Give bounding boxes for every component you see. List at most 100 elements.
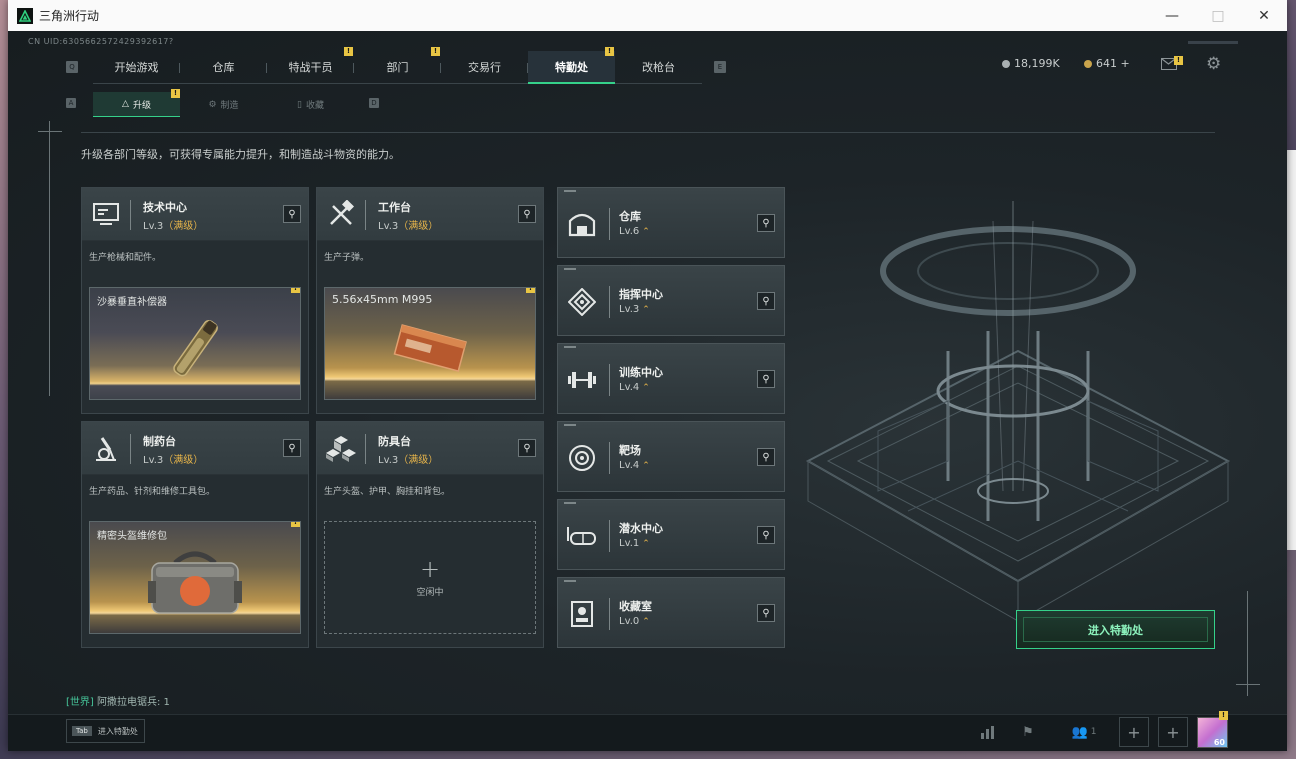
subtab-craft[interactable]: ⚙ 制造: [180, 92, 267, 117]
armor-bench-card[interactable]: 防具台 Lv.3（满级） ⚲ 生产头盔、护甲、胸挂和背包。 + 空闲中: [316, 421, 544, 648]
subtab-collection[interactable]: ▯ 收藏: [267, 92, 354, 117]
separator: [365, 434, 366, 464]
divider: [81, 132, 1215, 133]
subtab-label: 升级: [132, 100, 151, 111]
building-card-collection-room[interactable]: 收藏室 Lv.0 ⌃ ⚲: [557, 577, 785, 648]
tab-label: 特勤处: [555, 60, 588, 74]
subnav-left-key: A: [66, 98, 76, 108]
close-icon[interactable]: ✕: [1241, 0, 1287, 31]
subtab-upgrade[interactable]: △ 升级!: [93, 89, 180, 117]
building-name: 训练中心: [619, 366, 663, 379]
building-card-warehouse[interactable]: 仓库 Lv.6 ⌃ ⚲: [557, 187, 785, 258]
building-card-shooting-range[interactable]: 靶场 Lv.4 ⌃ ⚲: [557, 421, 785, 492]
building-card-diving-center[interactable]: 潜水中心 Lv.1 ⌃ ⚲: [557, 499, 785, 570]
tab-department[interactable]: 部门!: [354, 47, 441, 84]
level-value: Lv.6: [619, 226, 640, 237]
workbench-card[interactable]: 工作台 Lv.3（满级） ⚲ 生产子弹。 5.56x45mm M995 !: [316, 187, 544, 414]
production-item-slot[interactable]: 5.56x45mm M995 !: [324, 287, 536, 400]
tab-start-game[interactable]: 开始游戏: [93, 51, 180, 84]
pharmacy-card[interactable]: 制药台 Lv.3（满级） ⚲ 生产药品、针剂和维修工具包。 精密头盔维修包 !: [81, 421, 309, 648]
empty-production-slot[interactable]: + 空闲中: [324, 521, 536, 634]
stats-icon[interactable]: [978, 722, 998, 742]
add-teammate-slot[interactable]: +: [1158, 717, 1188, 747]
search-icon[interactable]: ⚲: [757, 604, 775, 622]
search-icon[interactable]: ⚲: [757, 448, 775, 466]
repair-kit-image: [148, 551, 242, 614]
game-viewport: CN UID:6305662572429392617? Q 开始游戏 仓库 特战…: [8, 31, 1287, 751]
card-header: 工作台 Lv.3（满级） ⚲: [317, 188, 543, 241]
building-card-command-center[interactable]: 指挥中心 Lv.3 ⌃ ⚲: [557, 265, 785, 336]
card-description: 生产枪械和配件。: [89, 253, 162, 263]
tab-hint-button[interactable]: Tab 进入特勤处: [66, 719, 145, 743]
ammo-box-image: [393, 324, 467, 373]
tab-label: 仓库: [212, 61, 235, 74]
level-value: Lv.4: [619, 382, 640, 393]
level-value: Lv.1: [619, 538, 640, 549]
tab-trading[interactable]: 交易行: [441, 51, 528, 84]
add-teammate-slot[interactable]: +: [1119, 717, 1149, 747]
item-name: 精密头盔维修包: [97, 531, 167, 542]
max-level-tag: （满级）: [398, 221, 439, 232]
title-bar[interactable]: 三角洲行动 — □ ✕: [8, 0, 1287, 31]
card-header: 防具台 Lv.3（满级） ⚲: [317, 422, 543, 475]
tab-gunsmith[interactable]: 改枪台: [615, 51, 702, 84]
corner-mark: [564, 190, 576, 192]
search-icon[interactable]: ⚲: [283, 439, 301, 457]
search-icon[interactable]: ⚲: [757, 370, 775, 388]
diving-mask-icon: [566, 520, 598, 552]
level-value: Lv.3: [619, 304, 640, 315]
tech-center-card[interactable]: 技术中心 Lv.3（满级） ⚲ 生产枪械和配件。 沙暴垂直补偿器 !: [81, 187, 309, 414]
gold-currency[interactable]: 641 +: [1084, 57, 1130, 70]
team-icon[interactable]: 👥 1: [1066, 722, 1102, 742]
silver-amount: 18,199K: [1014, 57, 1060, 70]
silver-coin-icon: [1002, 59, 1010, 68]
level-value: Lv.3: [378, 455, 399, 466]
level-value: Lv.3: [143, 455, 164, 466]
search-icon[interactable]: ⚲: [518, 205, 536, 223]
building-level: Lv.4 ⌃: [619, 460, 650, 471]
tab-label: 特战干员: [288, 61, 333, 74]
tab-label: 改枪台: [642, 61, 675, 74]
enter-special-services-button[interactable]: 进入特勤处: [1016, 610, 1215, 649]
production-item-slot[interactable]: 精密头盔维修包 !: [89, 521, 301, 634]
plus-icon: +: [419, 555, 441, 583]
tab-hint-label: 进入特勤处: [97, 726, 138, 736]
world-chat-message[interactable]: [世界] 阿撒拉电锯兵: 1: [66, 693, 170, 708]
search-icon[interactable]: ⚲: [518, 439, 536, 457]
search-icon[interactable]: ⚲: [757, 526, 775, 544]
notification-badge: !: [291, 522, 300, 527]
game-window: 三角洲行动 — □ ✕ CN UID:6305662572429392617? …: [8, 0, 1287, 751]
enter-button-label: 进入特勤处: [1088, 623, 1143, 637]
upgrade-chevron-icon: ⌃: [642, 383, 650, 393]
dumbbell-icon: [566, 364, 598, 396]
tab-special-services[interactable]: 特勤处!: [528, 47, 615, 84]
card-level: Lv.3（满级）: [143, 217, 203, 232]
production-item-slot[interactable]: 沙暴垂直补偿器 !: [89, 287, 301, 400]
search-icon[interactable]: ⚲: [757, 214, 775, 232]
tab-label: 部门: [386, 61, 409, 74]
silver-currency[interactable]: 18,199K: [1002, 57, 1060, 70]
tab-warehouse[interactable]: 仓库: [180, 51, 267, 84]
building-card-training-center[interactable]: 训练中心 Lv.4 ⌃ ⚲: [557, 343, 785, 414]
flag-icon[interactable]: ⚑: [1018, 722, 1038, 742]
separator: [609, 598, 610, 630]
crosshair-mark: [38, 131, 62, 132]
separator: [365, 200, 366, 230]
crosshair-mark: [49, 121, 50, 396]
subtab-label: 收藏: [305, 101, 324, 111]
separator: [609, 286, 610, 318]
avatar[interactable]: 60: [1197, 717, 1228, 748]
search-icon[interactable]: ⚲: [757, 292, 775, 310]
gear-icon[interactable]: ⚙: [1206, 56, 1221, 73]
upgrade-icon: △: [122, 99, 129, 109]
card-description: 生产药品、针剂和维修工具包。: [89, 487, 216, 497]
search-icon[interactable]: ⚲: [283, 205, 301, 223]
building-name: 潜水中心: [619, 522, 663, 535]
max-level-tag: （满级）: [163, 221, 204, 232]
minimize-icon[interactable]: —: [1149, 0, 1195, 31]
card-header: 制药台 Lv.3（满级） ⚲: [82, 422, 308, 475]
tab-operators[interactable]: 特战干员!: [267, 47, 354, 84]
chat-channel: [世界]: [66, 697, 94, 708]
maximize-icon[interactable]: □: [1195, 0, 1241, 31]
monitor-icon: [90, 198, 122, 230]
